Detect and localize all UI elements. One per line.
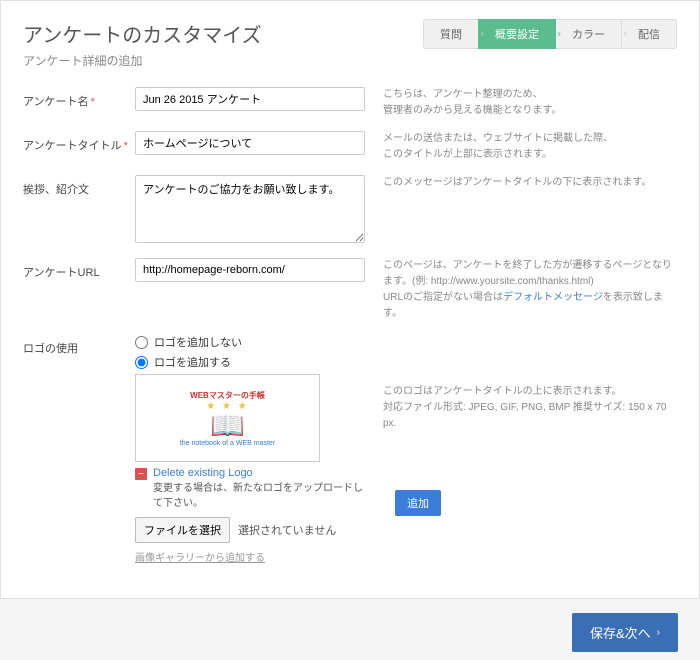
label-survey-title: アンケートタイトル* xyxy=(23,131,135,153)
help-url: このページは、アンケートを終了した方が遷移するページとなります。(例: http… xyxy=(365,258,677,322)
radio-logo-yes[interactable] xyxy=(135,356,148,369)
intro-textarea[interactable]: アンケートのご協力をお願い致します。 xyxy=(135,175,365,243)
book-icon: 📖 xyxy=(180,412,275,440)
tab-questions[interactable]: 質問› xyxy=(423,19,479,49)
add-button[interactable]: 追加 xyxy=(395,490,441,516)
radio-logo-no[interactable] xyxy=(135,336,148,349)
tab-overview[interactable]: 概要設定› xyxy=(478,19,556,49)
help-survey-title: メールの送信または、ウェブサイトに掲載した際、このタイトルが上部に表示されます。 xyxy=(365,131,677,163)
delete-logo-link[interactable]: Delete existing Logo xyxy=(153,467,253,479)
minus-icon[interactable]: − xyxy=(135,468,147,480)
label-url: アンケートURL xyxy=(23,258,135,280)
survey-title-input[interactable] xyxy=(135,131,365,155)
tab-bar: 質問› 概要設定› カラー› 配信 xyxy=(424,19,677,49)
tab-color[interactable]: カラー› xyxy=(555,19,622,49)
tab-delivery[interactable]: 配信 xyxy=(621,19,677,49)
label-survey-name: アンケート名* xyxy=(23,87,135,109)
save-next-button[interactable]: 保存&次へ› xyxy=(572,613,678,652)
help-logo: このロゴはアンケートタイトルの上に表示されます。 対応ファイル形式: JPEG,… xyxy=(365,334,677,516)
page-subtitle: アンケート詳細の追加 xyxy=(23,52,262,69)
survey-name-input[interactable] xyxy=(135,87,365,111)
delete-logo-note: 変更する場合は、新たなロゴをアップロードして下さい。 xyxy=(153,483,363,509)
file-status: 選択されていません xyxy=(238,522,336,538)
default-message-link[interactable]: デフォルトメッセージ xyxy=(503,292,603,303)
gallery-link[interactable]: 画像ギャラリーから追加する xyxy=(135,549,265,564)
radio-logo-yes-label: ロゴを追加する xyxy=(154,354,231,370)
page-title: アンケートのカスタマイズ xyxy=(23,19,262,48)
logo-preview: WEBマスターの手帳 ★ ★ ★ 📖 the notebook of a WEB… xyxy=(135,374,320,462)
chevron-right-icon: › xyxy=(657,627,660,638)
file-select-button[interactable]: ファイルを選択 xyxy=(135,517,230,543)
radio-logo-no-label: ロゴを追加しない xyxy=(154,334,242,350)
help-survey-name: こちらは、アンケート整理のため、管理者のみから見える機能となります。 xyxy=(365,87,677,119)
survey-url-input[interactable] xyxy=(135,258,365,282)
label-intro: 挨拶、紹介文 xyxy=(23,175,135,197)
label-logo: ロゴの使用 xyxy=(23,334,135,356)
help-intro: このメッセージはアンケートタイトルの下に表示されます。 xyxy=(365,175,677,191)
